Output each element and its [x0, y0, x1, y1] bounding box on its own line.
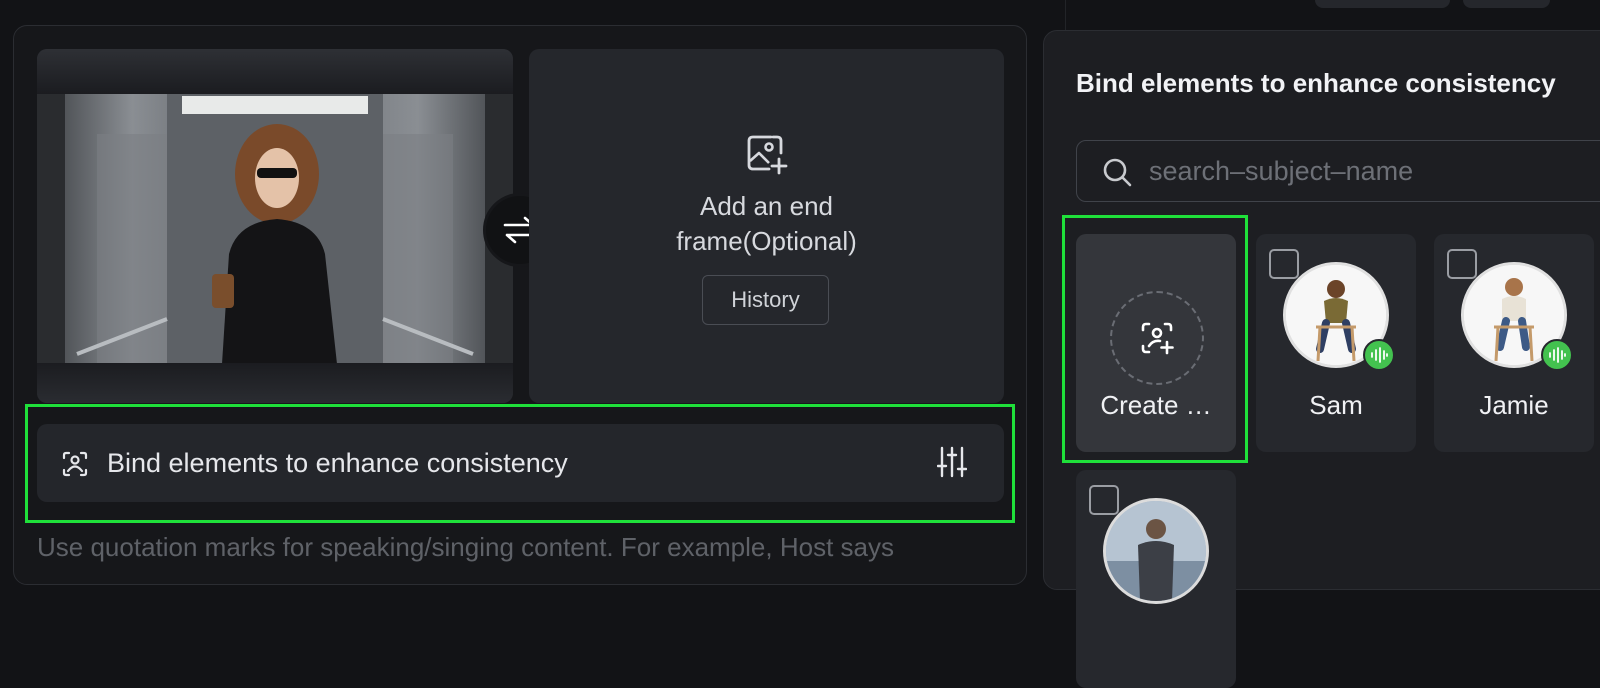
search-box[interactable]	[1076, 140, 1600, 202]
select-checkbox[interactable]	[1447, 249, 1477, 279]
select-checkbox[interactable]	[1269, 249, 1299, 279]
subject-add-icon	[1141, 322, 1174, 355]
end-frame-upload[interactable]: Add an end frame(Optional) History	[529, 49, 1004, 403]
subject-name: Sam	[1309, 390, 1363, 420]
voice-wave-icon	[1371, 347, 1388, 363]
sliders-icon[interactable]	[937, 446, 967, 478]
end-frame-title-line1: Add an end	[699, 191, 833, 221]
subject-card[interactable]	[1076, 470, 1236, 688]
search-input[interactable]	[1147, 151, 1587, 191]
history-button[interactable]: History	[702, 275, 829, 325]
subject-bind-icon	[62, 451, 88, 477]
image-add-icon	[747, 135, 788, 175]
image-letterbox-bottom	[37, 363, 513, 403]
create-subject-label: Create …	[1100, 390, 1212, 420]
top-toolbar-button[interactable]	[1315, 0, 1450, 8]
voice-badge	[1541, 339, 1573, 371]
select-checkbox[interactable]	[1089, 485, 1119, 515]
avatar-image	[1106, 501, 1206, 601]
voice-badge	[1363, 339, 1395, 371]
top-divider	[1065, 0, 1066, 30]
prompt-hint-text: Use quotation marks for speaking/singing…	[37, 532, 894, 562]
create-subject-card[interactable]: Create …	[1076, 234, 1236, 452]
bind-elements-label: Bind elements to enhance consistency	[107, 448, 568, 478]
search-icon	[1103, 158, 1132, 187]
start-frame-image	[37, 94, 513, 364]
panel-title: Bind elements to enhance consistency	[1076, 68, 1556, 98]
image-letterbox-top	[37, 49, 513, 94]
subject-name: Jamie	[1479, 390, 1549, 420]
bind-elements-bar[interactable]: Bind elements to enhance consistency	[37, 424, 1004, 502]
top-toolbar-button-secondary[interactable]	[1463, 0, 1550, 8]
end-frame-title: Add an end frame(Optional)	[529, 189, 1004, 259]
subject-card-jamie[interactable]: Jamie	[1434, 234, 1594, 452]
avatar	[1103, 498, 1209, 604]
end-frame-title-line2: frame(Optional)	[676, 226, 857, 256]
start-frame[interactable]	[37, 49, 513, 403]
subject-card-sam[interactable]: Sam	[1256, 234, 1416, 452]
create-subject-circle	[1110, 291, 1204, 385]
voice-wave-icon	[1549, 347, 1566, 363]
